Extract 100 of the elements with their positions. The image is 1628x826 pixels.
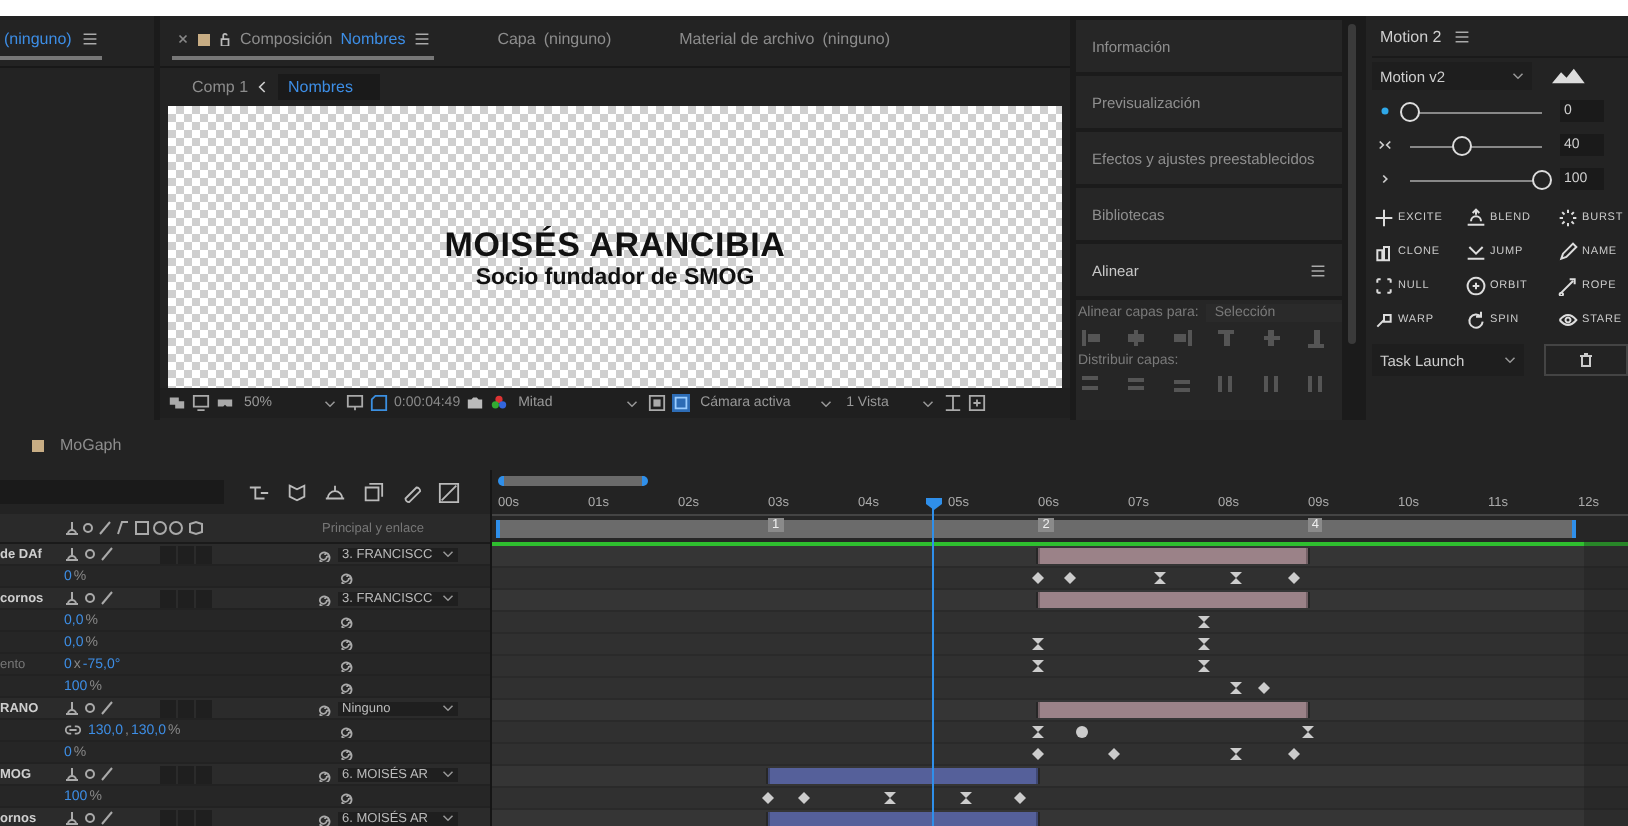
color-channels-icon[interactable]: [490, 394, 509, 412]
layer-switches-drawing: [64, 700, 116, 716]
rotate-icon: [1466, 309, 1486, 329]
out-point[interactable]: [1305, 592, 1310, 608]
timeline-tab[interactable]: MoGaph: [60, 436, 122, 454]
caret-icon[interactable]: [442, 814, 454, 822]
transparency-grid-icon[interactable]: [672, 394, 691, 412]
out-point[interactable]: [1305, 702, 1310, 718]
diamond-keyframe[interactable]: [1014, 792, 1027, 804]
hourglass-keyframe[interactable]: [1301, 726, 1314, 738]
monitor-icon[interactable]: [192, 394, 210, 412]
jump-icon: [1466, 241, 1486, 261]
hourglass-keyframe[interactable]: [1198, 660, 1211, 672]
link-icon[interactable]: [64, 724, 82, 736]
inward-arrows-icon: [1378, 138, 1392, 152]
goggles-icon[interactable]: [216, 394, 234, 412]
caret-icon[interactable]: [922, 399, 935, 407]
layer-switches-drawing: [64, 590, 116, 606]
hourglass-keyframe[interactable]: [1230, 748, 1243, 760]
caret-icon[interactable]: [820, 399, 833, 407]
eye-icon: [1558, 309, 1578, 329]
diamond-keyframe[interactable]: [1257, 682, 1270, 694]
panel-tab[interactable]: Capa (ninguno): [493, 22, 616, 60]
in-point[interactable]: [1036, 592, 1041, 608]
layer-switches-drawing: [64, 810, 116, 826]
breadcrumb-item[interactable]: Comp 1: [192, 78, 249, 96]
caret-icon[interactable]: [442, 770, 454, 778]
project-tab[interactable]: (ninguno): [0, 22, 102, 60]
round-keyframe[interactable]: [1076, 726, 1089, 738]
branch-icon[interactable]: [248, 481, 270, 503]
comp-color-icon: [198, 33, 210, 45]
dome-icon[interactable]: [324, 481, 346, 503]
rope-icon: [1558, 275, 1578, 295]
menu-icon[interactable]: [1453, 29, 1470, 43]
shape-icon[interactable]: [286, 481, 308, 503]
camera-icon[interactable]: [466, 394, 485, 412]
clip-icon[interactable]: [400, 481, 422, 503]
caret-icon[interactable]: [442, 594, 454, 602]
breadcrumb-current[interactable]: Nombres: [278, 74, 381, 100]
sunrise-icon: [1466, 207, 1486, 227]
slider-thumb[interactable]: [1532, 169, 1552, 189]
in-point[interactable]: [766, 768, 771, 784]
trash-icon: [1578, 352, 1595, 368]
region-icon[interactable]: [648, 394, 667, 412]
mask-icon[interactable]: [370, 394, 388, 412]
caret-icon[interactable]: [324, 399, 336, 407]
hourglass-keyframe[interactable]: [1230, 682, 1243, 694]
hourglass-keyframe[interactable]: [1198, 638, 1211, 650]
out-point[interactable]: [1305, 548, 1310, 564]
diamond-keyframe[interactable]: [798, 792, 811, 804]
graph-icon[interactable]: [438, 481, 460, 503]
diamond-keyframe[interactable]: [1108, 748, 1121, 760]
dot-icon: [1378, 104, 1392, 118]
plus-icon: [1374, 207, 1394, 227]
pencil-icon: [1558, 241, 1578, 261]
delete-button[interactable]: [1544, 344, 1628, 376]
diamond-keyframe[interactable]: [1032, 748, 1045, 760]
hourglass-keyframe[interactable]: [1032, 638, 1045, 650]
lock-icon[interactable]: [218, 32, 232, 46]
hourglass-keyframe[interactable]: [883, 792, 896, 804]
diamond-keyframe[interactable]: [1063, 572, 1076, 584]
layers-icon[interactable]: [168, 394, 186, 412]
close-icon[interactable]: [176, 32, 190, 46]
caret-icon[interactable]: [442, 550, 454, 558]
caret-icon[interactable]: [1512, 72, 1524, 80]
diamond-keyframe[interactable]: [1032, 572, 1045, 584]
layer-switches-drawing: [64, 766, 116, 782]
diamond-keyframe[interactable]: [1288, 572, 1300, 584]
chevron-right-icon: [1378, 172, 1392, 186]
diamond-keyframe[interactable]: [1288, 748, 1300, 760]
chevron-left-icon[interactable]: [258, 80, 269, 94]
in-point[interactable]: [1036, 548, 1041, 564]
in-point[interactable]: [766, 812, 771, 826]
panel-tab[interactable]: Material de archivo (ninguno): [675, 22, 895, 60]
viewer-title: MOISÉS ARANCIBIA: [444, 225, 786, 265]
playhead-handle[interactable]: [925, 498, 942, 510]
caret-icon[interactable]: [626, 399, 639, 407]
hourglass-keyframe[interactable]: [1153, 572, 1166, 584]
hourglass-keyframe[interactable]: [1198, 616, 1211, 628]
target-icon: [1466, 275, 1486, 295]
hourglass-keyframe[interactable]: [1032, 726, 1045, 738]
in-point[interactable]: [1036, 702, 1041, 718]
stack-icon[interactable]: [362, 481, 384, 503]
burst-icon: [1558, 207, 1578, 227]
menu-icon[interactable]: [413, 32, 430, 46]
caret-icon[interactable]: [1504, 356, 1517, 364]
slider-thumb[interactable]: [1400, 101, 1420, 121]
export-frame-icon[interactable]: [968, 394, 987, 412]
hourglass-keyframe[interactable]: [1032, 660, 1045, 672]
menu-icon[interactable]: [81, 32, 98, 46]
comp-color-icon: [32, 439, 44, 451]
layer-switches-drawing: [64, 546, 116, 562]
hourglass-keyframe[interactable]: [959, 792, 972, 804]
caret-icon[interactable]: [442, 704, 454, 712]
diamond-keyframe[interactable]: [762, 792, 775, 804]
view-options-icon[interactable]: [944, 394, 963, 412]
slider-thumb[interactable]: [1452, 135, 1473, 155]
hourglass-keyframe[interactable]: [1230, 572, 1243, 584]
panel-tab[interactable]: Composición Nombres: [172, 22, 434, 60]
menu-icon[interactable]: [1310, 263, 1326, 277]
